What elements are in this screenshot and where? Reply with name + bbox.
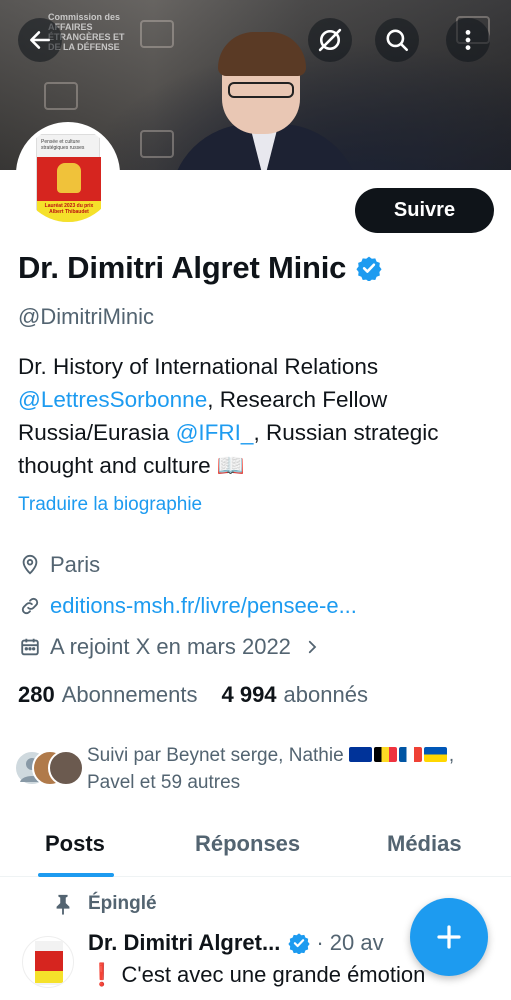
verified-badge-icon[interactable]	[356, 255, 382, 281]
pinned-label-row: Épinglé	[52, 893, 157, 915]
post-time: · 20 av	[316, 930, 384, 955]
followers-label: abonnés	[283, 682, 368, 707]
calendar-icon	[21, 638, 39, 656]
mention-link[interactable]: @LettresSorbonne	[18, 387, 207, 412]
active-tab-indicator	[38, 873, 114, 877]
website-row: editions-msh.fr/livre/pensee-e...	[18, 593, 357, 619]
eagle-emblem	[57, 163, 81, 193]
profile-name-row: Dr. Dimitri Algret Minic	[18, 250, 382, 286]
location-row: Paris	[18, 552, 100, 578]
compose-button[interactable]	[410, 898, 488, 976]
followers-count: 4 994	[221, 682, 277, 707]
follower-avatars	[14, 750, 84, 790]
arrow-left-icon	[30, 31, 50, 49]
bio-text: , Russian strategic	[253, 420, 439, 445]
flag-belgium-icon	[373, 747, 397, 762]
bio-line: @LettresSorbonne, Research Fellow	[18, 383, 498, 416]
post-author-name[interactable]: Dr. Dimitri Algret...	[88, 930, 280, 956]
post-text: ❗ C'est avec une grande émotion	[88, 962, 426, 987]
grok-button[interactable]	[308, 18, 352, 62]
flag-ukraine-icon	[423, 747, 447, 762]
tab-media[interactable]: Médias	[387, 831, 462, 857]
following-stat[interactable]: 280 Abonnements	[18, 682, 197, 708]
more-vertical-icon	[465, 30, 471, 50]
more-button[interactable]	[446, 18, 490, 62]
pinned-label: Épinglé	[88, 893, 157, 914]
wall-emblem	[44, 82, 78, 110]
profile-tabs: Posts Réponses Médias	[0, 815, 511, 877]
profile-avatar[interactable]: Pensée et culture stratégiques russes La…	[16, 122, 120, 226]
bio-text: Russia/Eurasia	[18, 420, 176, 445]
search-button[interactable]	[375, 18, 419, 62]
followed-by-others: Pavel et 59 autres	[87, 772, 241, 793]
followed-by-names: Suivi par Beynet serge, Nathie	[87, 745, 349, 766]
avatar	[48, 750, 84, 786]
followers-stat[interactable]: 4 994 abonnés	[221, 682, 367, 708]
followed-by-text: Suivi par Beynet serge, Nathie , Pavel e…	[87, 742, 497, 796]
follow-button[interactable]: Suivre	[355, 188, 494, 233]
flag-eu-icon	[348, 747, 372, 762]
pin-icon	[56, 894, 70, 915]
verified-badge-icon	[288, 933, 310, 954]
following-count: 280	[18, 682, 55, 707]
joined-text: A rejoint X en mars 2022	[50, 634, 291, 659]
mention-link[interactable]: @IFRI_	[176, 420, 254, 445]
location-text: Paris	[50, 552, 101, 577]
book-title: Pensée et culture stratégiques russes	[41, 139, 85, 151]
bio-line: Russia/Eurasia @IFRI_, Russian strategic	[18, 416, 498, 449]
post-author-avatar[interactable]	[22, 936, 74, 988]
tab-posts[interactable]: Posts	[45, 831, 105, 857]
following-label: Abonnements	[61, 682, 198, 707]
bio-line: Dr. History of International Relations	[18, 354, 379, 379]
plus-icon	[437, 925, 461, 949]
search-icon	[386, 29, 409, 52]
followed-by-comma: ,	[448, 745, 455, 766]
profile-name: Dr. Dimitri Algret Minic	[18, 250, 347, 285]
follow-stats: 280 Abonnements 4 994 abonnés	[18, 682, 368, 708]
profile-bio: Dr. History of International Relations @…	[18, 350, 498, 482]
post-header: Dr. Dimitri Algret... · 20 av	[88, 930, 384, 956]
slash-circle-icon	[318, 28, 342, 52]
flag-france-icon	[398, 747, 422, 762]
website-link[interactable]: editions-msh.fr/livre/pensee-e...	[50, 593, 357, 619]
translate-bio-link[interactable]: Traduire la biographie	[18, 494, 202, 516]
link-icon	[21, 597, 39, 615]
bio-text: , Research Fellow	[207, 387, 388, 412]
book-award: Lauréat 2023 du prix Albert Thibaudet	[44, 203, 94, 215]
location-pin-icon	[22, 554, 38, 575]
back-button[interactable]	[18, 18, 62, 62]
profile-handle: @DimitriMinic	[18, 304, 154, 329]
bio-line: thought and culture 📖	[18, 453, 245, 478]
chevron-right-icon	[308, 640, 317, 654]
joined-row[interactable]: A rejoint X en mars 2022	[18, 634, 321, 660]
followed-by-row[interactable]: Suivi par Beynet serge, Nathie , Pavel e…	[14, 742, 497, 796]
book-cover-image: Pensée et culture stratégiques russes La…	[36, 134, 101, 222]
tab-replies[interactable]: Réponses	[195, 831, 300, 857]
